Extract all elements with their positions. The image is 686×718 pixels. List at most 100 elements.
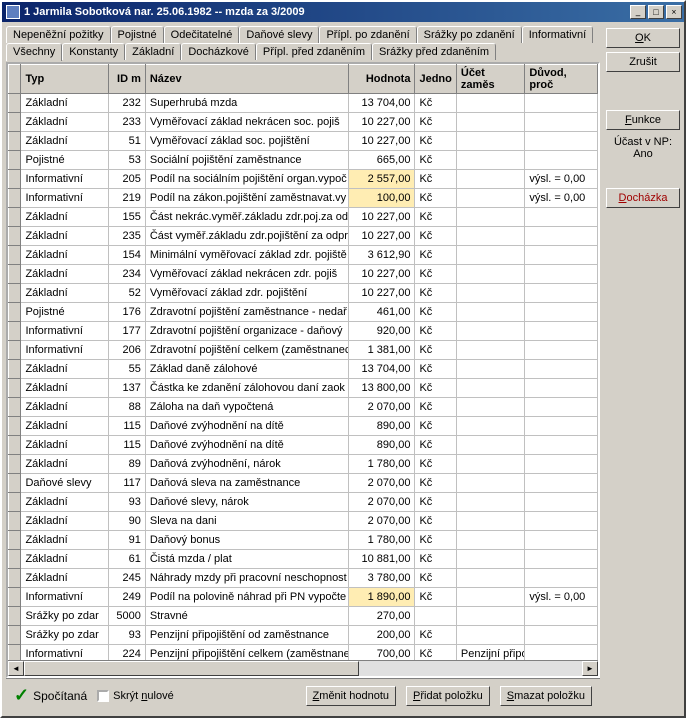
cell-id[interactable]: 61 [108,550,145,569]
tab-konstanty[interactable]: Konstanty [62,43,125,60]
cell-id[interactable]: 93 [108,493,145,512]
table-row[interactable]: Základní88Záloha na daň vypočtená2 070,0… [9,398,598,417]
cell-nazev[interactable]: Záloha na daň vypočtená [145,398,348,417]
cell-ucet[interactable] [456,170,524,189]
col-hodnota[interactable]: Hodnota [349,65,415,94]
cell-ucet[interactable] [456,626,524,645]
cell-nazev[interactable]: Daňová sleva na zaměstnance [145,474,348,493]
cell-id[interactable]: 55 [108,360,145,379]
cell-ucet[interactable] [456,113,524,132]
cell-duvod[interactable] [525,398,598,417]
cell-typ[interactable]: Základní [21,227,108,246]
cell-duvod[interactable]: výsl. = 0,00 [525,588,598,607]
cell-jednotka[interactable]: Kč [415,398,456,417]
cell-hodnota[interactable]: 2 070,00 [349,493,415,512]
col-ucet[interactable]: Účet zaměs [456,65,524,94]
row-header[interactable] [9,170,21,189]
cell-typ[interactable]: Základní [21,265,108,284]
cell-id[interactable]: 89 [108,455,145,474]
cell-jednotka[interactable]: Kč [415,170,456,189]
cell-ucet[interactable] [456,341,524,360]
h-scrollbar[interactable]: ◄ ► [8,660,598,676]
cell-ucet[interactable] [456,360,524,379]
cell-nazev[interactable]: Podíl na polovině náhrad při PN vypočte [145,588,348,607]
cell-nazev[interactable]: Částka ke zdanění zálohovou daní zaok [145,379,348,398]
cell-duvod[interactable] [525,360,598,379]
cell-typ[interactable]: Pojistné [21,151,108,170]
cell-ucet[interactable] [456,512,524,531]
cell-ucet[interactable] [456,569,524,588]
cell-typ[interactable]: Základní [21,379,108,398]
hide-zero-checkbox[interactable]: Skrýt nulové [97,690,174,702]
cell-typ[interactable]: Základní [21,455,108,474]
cell-id[interactable]: 234 [108,265,145,284]
row-header[interactable] [9,322,21,341]
cell-nazev[interactable]: Stravné [145,607,348,626]
cell-duvod[interactable] [525,113,598,132]
tab-informativn-[interactable]: Informativní [522,26,593,43]
row-header[interactable] [9,303,21,322]
cell-jednotka[interactable]: Kč [415,284,456,303]
cell-jednotka[interactable]: Kč [415,455,456,474]
cell-ucet[interactable] [456,493,524,512]
cell-ucet[interactable] [456,94,524,113]
cell-ucet[interactable] [456,607,524,626]
cell-duvod[interactable] [525,626,598,645]
cell-nazev[interactable]: Zdravotní pojištění celkem (zaměstnanec [145,341,348,360]
cell-hodnota[interactable]: 2 070,00 [349,398,415,417]
cell-typ[interactable]: Základní [21,531,108,550]
cell-hodnota[interactable]: 100,00 [349,189,415,208]
funkce-button[interactable]: Funkce [606,110,680,130]
cell-typ[interactable]: Základní [21,113,108,132]
col-nazev[interactable]: Název [145,65,348,94]
table-row[interactable]: Informativní205Podíl na sociálním pojišt… [9,170,598,189]
change-value-button[interactable]: Změnit hodnotu [306,686,396,706]
cell-typ[interactable]: Základní [21,208,108,227]
cell-id[interactable]: 176 [108,303,145,322]
row-header[interactable] [9,132,21,151]
cell-nazev[interactable]: Sociální pojištění zaměstnance [145,151,348,170]
cell-hodnota[interactable]: 13 800,00 [349,379,415,398]
cell-jednotka[interactable]: Kč [415,341,456,360]
cell-nazev[interactable]: Sleva na dani [145,512,348,531]
tab-v-echny[interactable]: Všechny [6,43,62,61]
row-header[interactable] [9,474,21,493]
cell-jednotka[interactable]: Kč [415,417,456,436]
cell-typ[interactable]: Základní [21,512,108,531]
add-item-button[interactable]: Přidat položku [406,686,490,706]
cell-jednotka[interactable]: Kč [415,531,456,550]
cell-duvod[interactable] [525,645,598,661]
tab-nepen-n-po-itky[interactable]: Nepeněžní požitky [6,26,111,43]
cell-typ[interactable]: Základní [21,436,108,455]
cell-hodnota[interactable]: 10 227,00 [349,265,415,284]
cell-duvod[interactable] [525,284,598,303]
cell-typ[interactable]: Základní [21,94,108,113]
table-row[interactable]: Základní61Čistá mzda / plat10 881,00Kč [9,550,598,569]
cell-jednotka[interactable]: Kč [415,569,456,588]
row-header[interactable] [9,379,21,398]
cell-hodnota[interactable]: 270,00 [349,607,415,626]
cell-hodnota[interactable]: 10 227,00 [349,227,415,246]
cell-hodnota[interactable]: 10 227,00 [349,284,415,303]
cell-duvod[interactable] [525,474,598,493]
cell-nazev[interactable]: Daňové zvýhodnění na dítě [145,417,348,436]
row-header[interactable] [9,569,21,588]
row-header[interactable] [9,531,21,550]
cell-id[interactable]: 5000 [108,607,145,626]
cell-ucet[interactable] [456,455,524,474]
cell-typ[interactable]: Základní [21,493,108,512]
cell-hodnota[interactable]: 2 557,00 [349,170,415,189]
row-header[interactable] [9,436,21,455]
row-header[interactable] [9,645,21,661]
cell-jednotka[interactable]: Kč [415,227,456,246]
cell-ucet[interactable] [456,550,524,569]
cell-id[interactable]: 53 [108,151,145,170]
cell-hodnota[interactable]: 1 381,00 [349,341,415,360]
cell-jednotka[interactable]: Kč [415,626,456,645]
cell-jednotka[interactable]: Kč [415,512,456,531]
table-row[interactable]: Základní91Daňový bonus1 780,00Kč [9,531,598,550]
cell-hodnota[interactable]: 10 227,00 [349,113,415,132]
cell-id[interactable]: 115 [108,417,145,436]
cell-ucet[interactable] [456,588,524,607]
row-header[interactable] [9,113,21,132]
